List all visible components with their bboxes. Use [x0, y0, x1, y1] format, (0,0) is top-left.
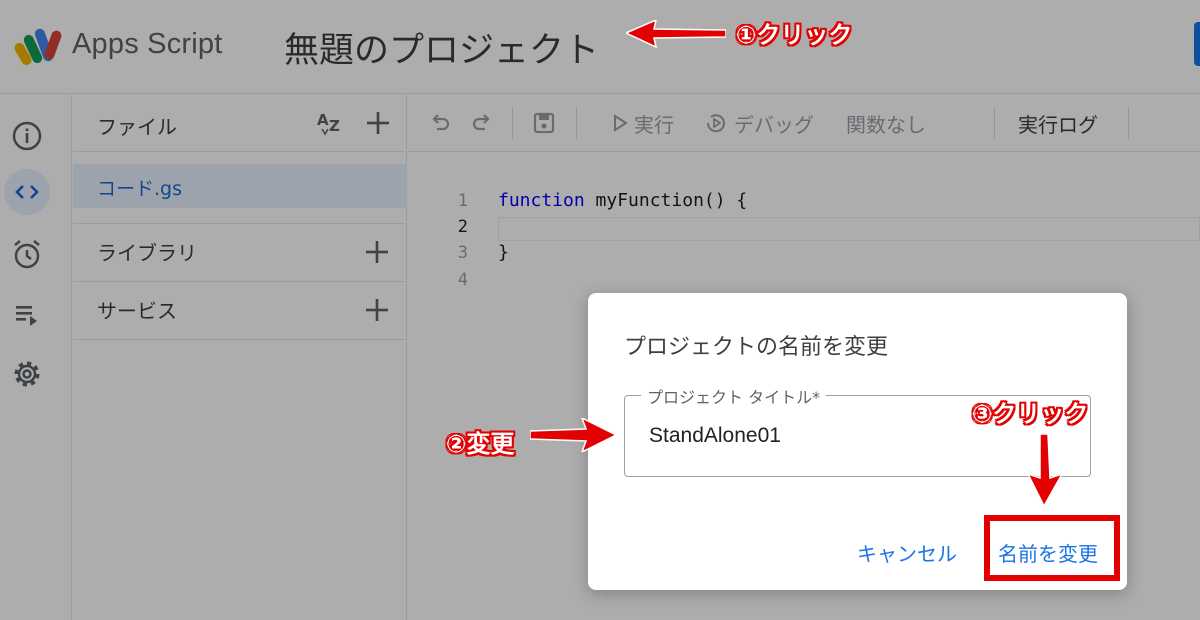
annotation-arrow-2 — [530, 418, 616, 452]
annotation-step3: ③クリック — [972, 400, 1089, 428]
dialog-title: プロジェクトの名前を変更 — [624, 335, 889, 360]
annotation-arrow-3 — [1026, 434, 1064, 506]
annotation-arrow-1 — [626, 20, 726, 49]
annotation-step2: ②変更 — [446, 430, 515, 458]
field-label: プロジェクト タイトル* — [641, 384, 827, 408]
cancel-button[interactable]: キャンセル — [857, 538, 957, 567]
annotation-step1: ①クリック — [736, 21, 853, 49]
annotation-highlight-box — [984, 515, 1120, 581]
